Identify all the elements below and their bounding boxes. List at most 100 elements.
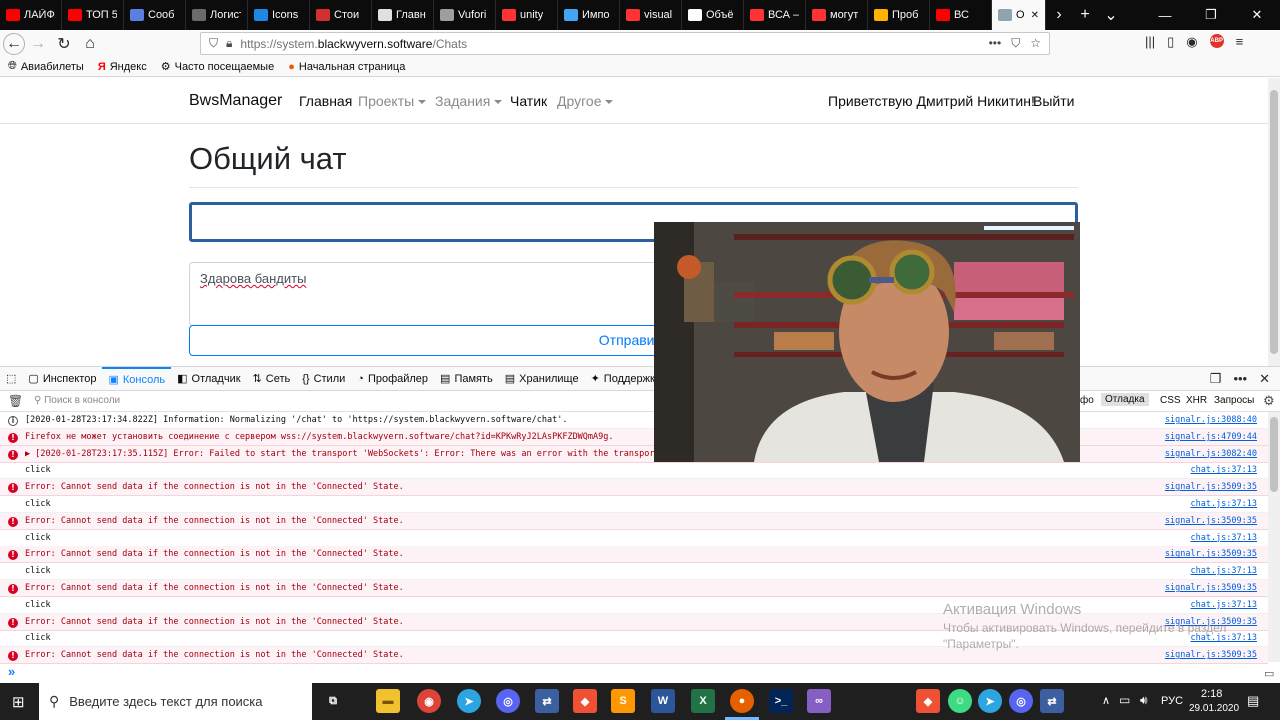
console-input[interactable] <box>0 663 1280 683</box>
browser-tab[interactable]: Главн <box>372 0 434 30</box>
console-source-link[interactable]: signalr.js:3509:35 <box>1165 546 1257 563</box>
windows-start-icon[interactable]: ⊞ <box>12 693 25 711</box>
console-source-link[interactable]: signalr.js:3509:35 <box>1165 479 1257 496</box>
brand-link[interactable]: BwsManager <box>189 92 282 110</box>
console-source-link[interactable]: signalr.js:3509:35 <box>1165 647 1257 664</box>
tab-scroll-right-icon[interactable]: › <box>1046 0 1072 30</box>
minimize-icon[interactable]: — <box>1142 0 1188 30</box>
git-icon[interactable]: ◆ <box>573 689 597 713</box>
console-source-link[interactable]: signalr.js:4709:44 <box>1165 429 1257 446</box>
new-tab-button[interactable]: + <box>1072 0 1098 30</box>
devtools-tab[interactable]: ▣ Консоль <box>102 366 172 391</box>
browser-tab[interactable]: Логистик <box>186 0 248 30</box>
discord-icon[interactable]: ◎ <box>496 689 520 713</box>
filter-requests-button[interactable]: Запросы <box>1214 395 1254 406</box>
browser-tab[interactable]: Объё <box>682 0 744 30</box>
excel-icon[interactable]: X <box>691 689 715 713</box>
clock-date[interactable]: 29.01.2020 <box>1189 703 1239 714</box>
browser-tab[interactable]: visual <box>620 0 682 30</box>
devtools-tab[interactable]: ◔ Профайлер <box>351 367 434 391</box>
volume-icon[interactable]: 🔊︎ <box>1140 693 1148 708</box>
console-filter-input[interactable]: ⚲ Поиск в консоли <box>34 395 120 406</box>
file-explorer-icon[interactable]: ▬ <box>376 689 400 713</box>
element-picker-icon[interactable]: ⬚ <box>0 367 22 391</box>
nav-projects[interactable]: Проекты <box>358 93 427 109</box>
devtools-tab[interactable]: ▤ Хранилище <box>499 367 585 391</box>
browser-tab[interactable]: могут <box>806 0 868 30</box>
discord-tray-icon[interactable]: ◎ <box>1009 689 1033 713</box>
nav-other[interactable]: Другое <box>557 93 614 109</box>
visual-studio-icon[interactable]: ∞ <box>807 689 831 713</box>
network-tray-icon[interactable]: ⇄ <box>1040 689 1064 713</box>
site-info-icon[interactable]: ⛉ <box>209 36 218 51</box>
dock-icon[interactable]: ❐ <box>1210 371 1222 387</box>
gear-icon[interactable]: ⚙ <box>1263 393 1275 409</box>
console-scrollbar[interactable] <box>1268 412 1280 662</box>
console-source-link[interactable]: signalr.js:3509:35 <box>1165 580 1257 597</box>
console-source-link[interactable]: signalr.js:3088:40 <box>1165 412 1257 429</box>
browser-tab[interactable]: Стои <box>310 0 372 30</box>
filter-info-button[interactable]: фо <box>1080 395 1094 406</box>
console-source-link[interactable]: chat.js:37:13 <box>1190 563 1257 580</box>
devtools-tab[interactable]: ▢ Инспектор <box>22 367 102 391</box>
filter-debug-button[interactable]: Отладка <box>1101 393 1149 406</box>
tab-list-dropdown-icon[interactable]: ⌄ <box>1098 0 1124 30</box>
console-source-link[interactable]: chat.js:37:13 <box>1190 530 1257 547</box>
powershell-icon[interactable]: >_ <box>769 689 793 713</box>
home-button[interactable]: ⌂ <box>77 32 103 56</box>
split-console-icon[interactable]: ▭ <box>1264 667 1274 680</box>
page-scrollbar[interactable] <box>1268 78 1280 366</box>
devtools-tab[interactable]: ▤ Память <box>434 367 499 391</box>
console-source-link[interactable]: signalr.js:3509:35 <box>1165 513 1257 530</box>
chrome-icon[interactable]: ◉ <box>417 689 441 713</box>
browser-tab[interactable]: Vufori <box>434 0 496 30</box>
language-indicator[interactable]: РУС <box>1161 695 1183 707</box>
task-view-icon[interactable]: ⧉ <box>321 689 345 713</box>
bookmark-item[interactable]: Я Яндекс <box>98 61 147 73</box>
sidebar-icon[interactable]: ▯ <box>1167 34 1174 50</box>
scrollbar-thumb[interactable] <box>1270 90 1278 354</box>
network-icon[interactable]: ▭ <box>1119 693 1130 707</box>
devtools-menu-icon[interactable]: ••• <box>1233 371 1247 387</box>
page-actions-icon[interactable]: ••• <box>989 36 1002 51</box>
close-tab-icon[interactable]: ✕ <box>1031 10 1039 21</box>
browser-tab[interactable]: ВСА – <box>744 0 806 30</box>
library-icon[interactable]: ||| <box>1145 34 1155 50</box>
word-icon[interactable]: W <box>651 689 675 713</box>
browser-tab[interactable]: ЛАЙФ <box>0 0 62 30</box>
filter-xhr-button[interactable]: XHR <box>1186 395 1207 406</box>
telegram-tray-icon[interactable]: ➤ <box>978 689 1002 713</box>
console-source-link[interactable]: chat.js:37:13 <box>1190 496 1257 513</box>
nav-tasks[interactable]: Задания <box>435 93 503 109</box>
network-tool-icon[interactable]: ⇄ <box>535 689 559 713</box>
adblock-icon[interactable]: ABP <box>1209 34 1224 48</box>
forward-button[interactable]: → <box>25 32 51 56</box>
show-hidden-icons-icon[interactable]: ∧ <box>1102 694 1110 707</box>
nav-chat[interactable]: Чатик <box>510 93 547 109</box>
browser-tab[interactable]: ВС <box>930 0 992 30</box>
browser-tab[interactable]: Icons <box>248 0 310 30</box>
browser-tab[interactable]: unity <box>496 0 558 30</box>
devtools-tab[interactable]: {} Стили <box>296 367 351 391</box>
restore-icon[interactable]: ❐ <box>1188 0 1234 30</box>
android-icon[interactable]: ☺ <box>948 689 972 713</box>
browser-tab[interactable]: Об ✕ <box>992 0 1046 30</box>
clock-time[interactable]: 2:18 <box>1201 688 1222 700</box>
console-source-link[interactable]: signalr.js:3082:40 <box>1165 446 1257 463</box>
browser-tab[interactable]: Импо <box>558 0 620 30</box>
logout-link[interactable]: Выйти <box>1033 93 1074 109</box>
browser-tab[interactable]: Проб <box>868 0 930 30</box>
menu-icon[interactable]: ≡ <box>1236 34 1244 50</box>
browser-tab[interactable]: Сооб <box>124 0 186 30</box>
git-tray-icon[interactable]: ◆ <box>916 689 940 713</box>
pocket-icon[interactable]: ⛉ <box>1011 36 1020 51</box>
url-text[interactable]: https://system.blackwyvern.software/Chat… <box>240 37 467 51</box>
sublime-text-icon[interactable]: S <box>611 689 635 713</box>
browser-tab[interactable]: ТОП 5 <box>62 0 124 30</box>
bookmark-item[interactable]: ● Начальная страница <box>288 61 405 73</box>
telegram-icon[interactable]: ➤ <box>457 689 481 713</box>
devtools-tab[interactable]: ⇅ Сеть <box>247 367 297 391</box>
nav-home[interactable]: Главная <box>299 93 352 109</box>
taskbar-search-box[interactable]: ⚲ Введите здесь текст для поиска <box>39 683 312 720</box>
close-devtools-icon[interactable]: ✕ <box>1259 371 1270 387</box>
